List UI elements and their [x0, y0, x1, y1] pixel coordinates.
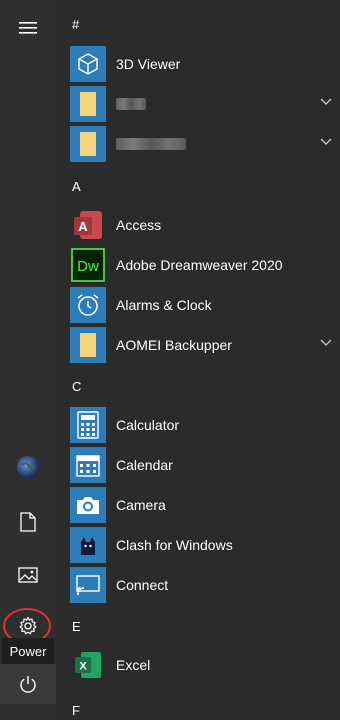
app-label-aomei: AOMEI Backupper: [116, 337, 232, 353]
hamburger-icon: [19, 22, 37, 34]
tile-connect: [70, 567, 106, 603]
app-item-3d-viewer[interactable]: 3D Viewer: [70, 45, 340, 83]
pictures-button[interactable]: [0, 553, 56, 597]
app-list[interactable]: # 3D Viewer A A Access Dw Adobe Dreamwea…: [56, 0, 340, 720]
svg-text:X: X: [79, 661, 87, 673]
app-label-3d-viewer: 3D Viewer: [116, 56, 181, 72]
chevron-down-icon[interactable]: [320, 138, 332, 146]
app-item-calendar[interactable]: Calendar: [70, 446, 340, 484]
calendar-icon: [76, 455, 100, 477]
picture-icon: [18, 567, 38, 583]
user-avatar-icon: [17, 456, 39, 478]
chevron-down-icon[interactable]: [320, 98, 332, 106]
tile-folder-1: [70, 86, 106, 122]
app-item-calculator[interactable]: Calculator: [70, 406, 340, 444]
gear-icon: [19, 616, 37, 635]
power-tooltip: Power: [2, 638, 54, 664]
app-label-calendar: Calendar: [116, 457, 173, 473]
dreamweaver-icon: Dw: [71, 248, 105, 282]
section-header-a[interactable]: A: [72, 179, 81, 194]
connect-icon: [76, 575, 100, 596]
app-label-dreamweaver: Adobe Dreamweaver 2020: [116, 257, 283, 273]
section-header-e[interactable]: E: [72, 619, 81, 634]
folder-icon: [80, 132, 96, 156]
power-icon: [20, 676, 36, 693]
app-folder-hidden-2[interactable]: [70, 125, 340, 163]
section-header-c[interactable]: C: [72, 379, 81, 394]
tile-camera: [70, 487, 106, 523]
redacted-folder-name: [116, 138, 186, 150]
app-item-alarms-clock[interactable]: Alarms & Clock: [70, 286, 340, 324]
tile-3d-viewer: [70, 46, 106, 82]
app-item-access[interactable]: A Access: [70, 206, 340, 244]
app-item-clash-for-windows[interactable]: Clash for Windows: [70, 526, 340, 564]
folder-icon: [80, 333, 96, 357]
folder-icon: [80, 92, 96, 116]
svg-text:A: A: [78, 219, 88, 234]
app-label-clash: Clash for Windows: [116, 537, 233, 553]
svg-text:Dw: Dw: [77, 258, 99, 275]
excel-icon: X: [75, 652, 101, 678]
app-label-camera: Camera: [116, 497, 166, 513]
redacted-folder-name: [116, 98, 146, 110]
app-item-camera[interactable]: Camera: [70, 486, 340, 524]
app-item-connect[interactable]: Connect: [70, 566, 340, 604]
alarm-clock-icon: [77, 294, 99, 316]
user-account-button[interactable]: [0, 445, 56, 489]
tile-folder-2: [70, 126, 106, 162]
document-icon: [20, 512, 36, 532]
section-header-f[interactable]: F: [72, 703, 80, 718]
documents-button[interactable]: [0, 500, 56, 544]
hamburger-menu-button[interactable]: [0, 6, 56, 50]
chevron-down-icon[interactable]: [320, 339, 332, 347]
tile-calculator: [70, 407, 106, 443]
app-label-calculator: Calculator: [116, 417, 180, 433]
app-label-alarms-clock: Alarms & Clock: [116, 297, 212, 313]
app-folder-hidden-1[interactable]: [70, 85, 340, 123]
app-label-excel: Excel: [116, 657, 151, 673]
cat-icon: [81, 537, 95, 555]
tile-dreamweaver: Dw: [70, 247, 106, 283]
tile-clash: [70, 527, 106, 563]
app-item-dreamweaver[interactable]: Dw Adobe Dreamweaver 2020: [70, 246, 340, 284]
app-item-aomei-backupper[interactable]: AOMEI Backupper: [70, 326, 340, 364]
section-header-hash[interactable]: #: [72, 17, 79, 32]
cube-icon: [78, 53, 98, 75]
access-icon: A: [74, 211, 102, 239]
app-item-excel[interactable]: X Excel: [70, 646, 340, 684]
tile-access: A: [70, 207, 106, 243]
tile-excel: X: [70, 647, 106, 683]
app-label-connect: Connect: [116, 577, 169, 593]
camera-icon: [77, 497, 99, 514]
tile-calendar: [70, 447, 106, 483]
power-button[interactable]: [0, 662, 56, 706]
tile-aomei: [70, 327, 106, 363]
calculator-icon: [77, 411, 99, 439]
start-rail: Power: [0, 0, 56, 720]
tile-alarms-clock: [70, 287, 106, 323]
app-label-access: Access: [116, 217, 162, 233]
